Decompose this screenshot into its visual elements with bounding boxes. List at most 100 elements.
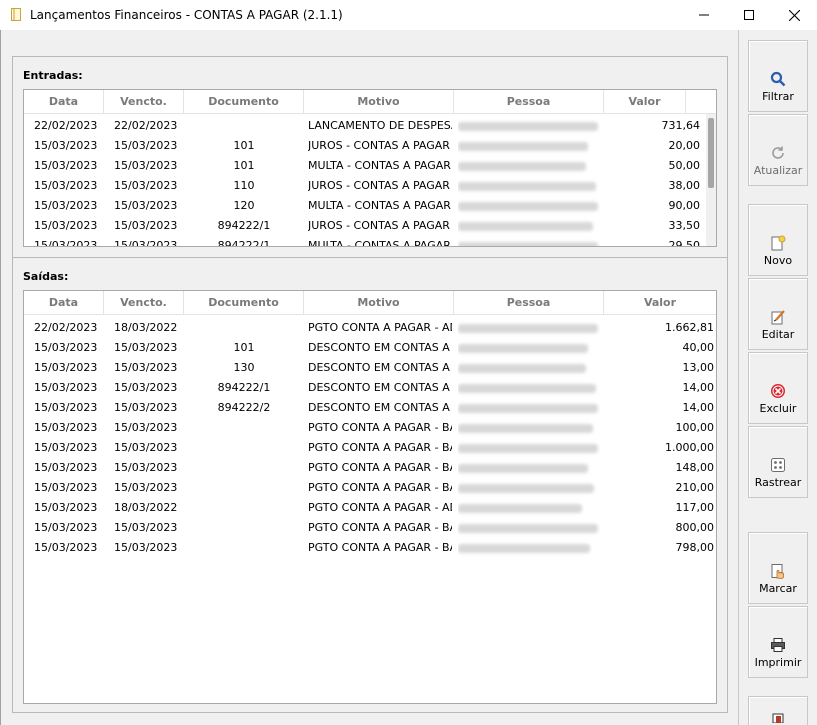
redacted-name (458, 544, 590, 553)
imprimir-button[interactable]: Imprimir (748, 606, 808, 678)
novo-label: Novo (763, 254, 793, 267)
col-header-vencto[interactable]: Vencto. (104, 90, 184, 114)
table-row[interactable]: 15/03/2023 15/03/2023 PGTO CONTA A PAGAR -… (24, 518, 716, 538)
cell-pessoa (458, 418, 604, 438)
entradas-scroll-thumb[interactable] (708, 118, 714, 188)
saidas-grid[interactable]: Data Vencto. Documento Motivo Pessoa Val… (23, 290, 717, 704)
edit-pencil-icon (770, 309, 786, 325)
entradas-scrollbar[interactable] (706, 114, 716, 246)
marcar-label: Marcar (759, 582, 797, 595)
table-row[interactable]: 15/03/2023 15/03/2023 110 JUROS - CONTAS A … (24, 176, 716, 196)
cell-vencto: 15/03/2023 (114, 521, 178, 534)
entradas-grid[interactable]: Data Vencto. Documento Motivo Pessoa Val… (23, 89, 717, 247)
sidebar-divider (738, 30, 739, 725)
cell-motivo: PGTO CONTA A PAGAR - AD (308, 501, 452, 514)
more-button[interactable] (748, 696, 808, 725)
cell-data: 15/03/2023 (34, 179, 98, 192)
col-header-motivo[interactable]: Motivo (304, 90, 454, 114)
col-header-documento[interactable]: Documento (184, 291, 304, 315)
cell-valor: 1.000,00 (665, 441, 714, 454)
close-button[interactable] (771, 0, 817, 30)
redacted-name (458, 364, 586, 373)
redacted-name (458, 384, 596, 393)
table-row[interactable]: 15/03/2023 15/03/2023 894222/1 MULTA - CONT… (24, 236, 716, 247)
col-header-vencto[interactable]: Vencto. (104, 291, 184, 315)
cell-documento: 894222/1 (217, 219, 271, 232)
col-header-motivo[interactable]: Motivo (304, 291, 454, 315)
saidas-grid-header: Data Vencto. Documento Motivo Pessoa Val… (24, 291, 716, 315)
app-document-icon (11, 8, 21, 21)
marcar-button[interactable]: Marcar (748, 532, 808, 604)
cell-motivo: PGTO CONTA A PAGAR - BA (308, 541, 452, 554)
cell-data: 15/03/2023 (34, 341, 98, 354)
col-header-data[interactable]: Data (24, 90, 104, 114)
maximize-button[interactable] (726, 0, 772, 30)
col-header-pessoa[interactable]: Pessoa (454, 291, 604, 315)
novo-button[interactable]: Novo (748, 204, 808, 276)
cell-pessoa (458, 156, 604, 176)
cell-motivo: MULTA - CONTAS A PAGAR (308, 159, 451, 172)
table-row[interactable]: 15/03/2023 15/03/2023 894222/1 DESCONTO EM … (24, 378, 716, 398)
cell-documento (194, 318, 294, 338)
printer-icon (770, 637, 786, 653)
cell-valor: 117,00 (675, 501, 715, 514)
table-row[interactable]: 22/02/2023 22/02/2023 LANCAMENTO DE DESPES… (24, 116, 716, 136)
col-header-pessoa[interactable]: Pessoa (454, 90, 604, 114)
table-row[interactable]: 15/03/2023 15/03/2023 PGTO CONTA A PAGAR -… (24, 438, 716, 458)
cell-vencto: 15/03/2023 (114, 381, 178, 394)
table-row[interactable]: 15/03/2023 18/03/2022 PGTO CONTA A PAGAR -… (24, 498, 716, 518)
minimize-button[interactable] (681, 0, 727, 30)
table-row[interactable]: 15/03/2023 15/03/2023 101 MULTA - CONTAS A … (24, 156, 716, 176)
table-row[interactable]: 15/03/2023 15/03/2023 894222/1 JUROS - CONT… (24, 216, 716, 236)
cell-valor: 100,00 (675, 421, 715, 434)
redacted-name (458, 344, 588, 353)
redacted-name (458, 242, 598, 246)
table-row[interactable]: 15/03/2023 15/03/2023 101 DESCONTO EM CONTA… (24, 338, 716, 358)
cell-pessoa (458, 338, 604, 358)
atualizar-button[interactable]: Atualizar (748, 114, 808, 186)
table-row[interactable]: 15/03/2023 15/03/2023 894222/2 DESCONTO EM … (24, 398, 716, 418)
table-row[interactable]: 15/03/2023 15/03/2023 130 DESCONTO EM CONTA… (24, 358, 716, 378)
entradas-rows: 22/02/2023 22/02/2023 LANCAMENTO DE DESPES… (24, 116, 716, 247)
cell-documento (194, 438, 294, 458)
cell-documento (194, 116, 294, 136)
cell-motivo: LANCAMENTO DE DESPESA (308, 119, 452, 132)
table-row[interactable]: 15/03/2023 15/03/2023 101 JUROS - CONTAS A … (24, 136, 716, 156)
col-header-valor[interactable]: Valor (604, 90, 686, 114)
cell-valor: 20,00 (668, 139, 701, 152)
redacted-name (458, 142, 588, 151)
filtrar-button[interactable]: Filtrar (748, 40, 808, 112)
editar-button[interactable]: Editar (748, 278, 808, 350)
redacted-name (458, 222, 593, 231)
table-row[interactable]: 15/03/2023 15/03/2023 120 MULTA - CONTAS A … (24, 196, 716, 216)
cell-vencto: 15/03/2023 (114, 481, 178, 494)
cell-motivo: JUROS - CONTAS A PAGAR (308, 139, 450, 152)
cell-pessoa (458, 236, 604, 246)
col-header-documento[interactable]: Documento (184, 90, 304, 114)
rastrear-button[interactable]: Rastrear (748, 426, 808, 498)
cell-data: 15/03/2023 (34, 381, 98, 394)
table-row[interactable]: 15/03/2023 15/03/2023 PGTO CONTA A PAGAR -… (24, 418, 716, 438)
cell-vencto: 18/03/2022 (114, 501, 178, 514)
redacted-name (458, 202, 598, 211)
cell-documento: 120 (233, 199, 255, 212)
table-row[interactable]: 22/02/2023 18/03/2022 PGTO CONTA A PAGAR -… (24, 318, 716, 338)
cell-vencto: 15/03/2023 (114, 239, 178, 247)
cell-vencto: 15/03/2023 (114, 421, 178, 434)
col-header-valor[interactable]: Valor (604, 291, 716, 315)
cell-valor: 148,00 (675, 461, 715, 474)
cell-motivo: PGTO CONTA A PAGAR - BA (308, 521, 452, 534)
excluir-button[interactable]: Excluir (748, 352, 808, 424)
cell-motivo: DESCONTO EM CONTAS A P (308, 401, 452, 414)
cell-valor: 798,00 (675, 541, 715, 554)
cell-vencto: 15/03/2023 (114, 461, 178, 474)
cell-documento: 894222/1 (217, 239, 271, 247)
cell-documento: 101 (233, 139, 255, 152)
table-row[interactable]: 15/03/2023 15/03/2023 PGTO CONTA A PAGAR -… (24, 478, 716, 498)
cell-documento: 894222/1 (217, 381, 271, 394)
col-header-data[interactable]: Data (24, 291, 104, 315)
cell-data: 15/03/2023 (34, 361, 98, 374)
cell-documento (194, 518, 294, 538)
table-row[interactable]: 15/03/2023 15/03/2023 PGTO CONTA A PAGAR -… (24, 538, 716, 558)
table-row[interactable]: 15/03/2023 15/03/2023 PGTO CONTA A PAGAR -… (24, 458, 716, 478)
